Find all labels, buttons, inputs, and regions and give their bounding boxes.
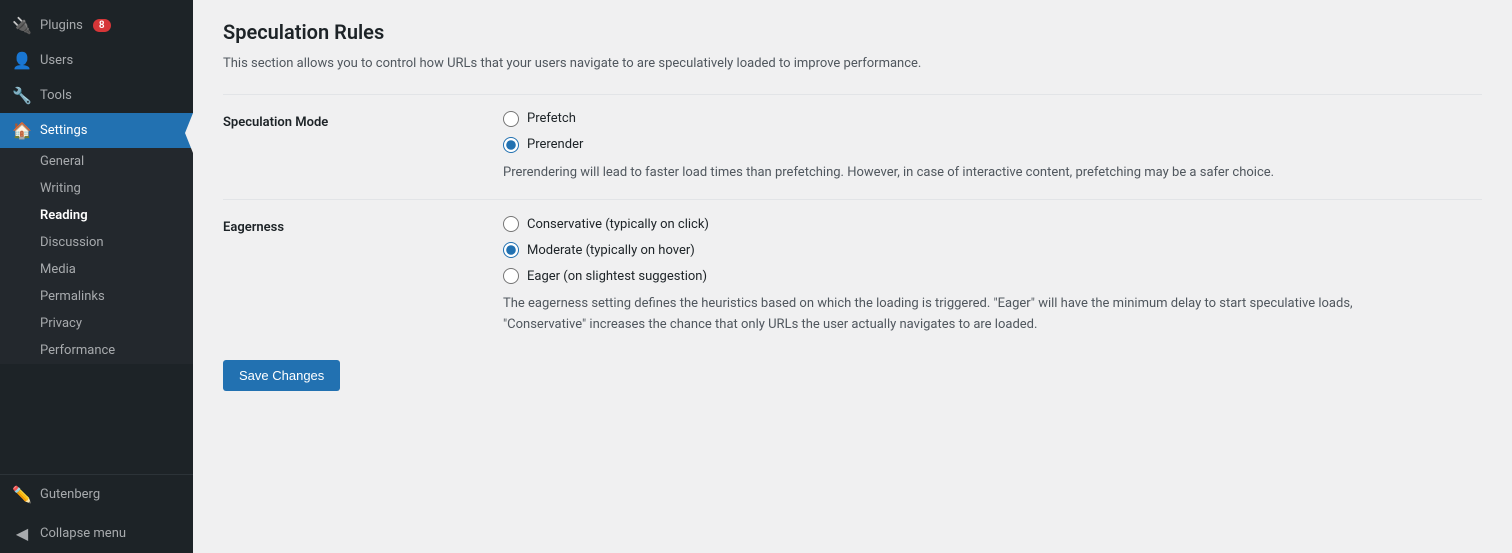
sidebar-item-settings[interactable]: 🏠 Settings [0, 113, 193, 148]
moderate-radio[interactable] [503, 242, 519, 258]
sidebar-item-performance[interactable]: Performance [0, 337, 193, 364]
sidebar-item-privacy[interactable]: Privacy [0, 310, 193, 337]
prerender-label: Prerender [527, 137, 583, 152]
section-description: This section allows you to control how U… [223, 54, 1482, 74]
sidebar-item-writing[interactable]: Writing [0, 175, 193, 202]
prefetch-radio[interactable] [503, 111, 519, 127]
conservative-label: Conservative (typically on click) [527, 217, 709, 232]
eager-radio[interactable] [503, 268, 519, 284]
plugins-icon: 🔌 [12, 16, 32, 35]
sidebar-item-media[interactable]: Media [0, 256, 193, 283]
settings-submenu: General Writing Reading Discussion Media… [0, 148, 193, 364]
prerender-option[interactable]: Prerender [503, 137, 1482, 153]
speculation-mode-row: Speculation Mode Prefetch Prerender Prer… [223, 94, 1482, 200]
speculation-mode-hint: Prerendering will lead to faster load ti… [503, 163, 1403, 184]
sidebar-top-menu: 🔌 Plugins 8 👤 Users 🔧 Tools 🏠 Settings G… [0, 0, 193, 364]
conservative-radio[interactable] [503, 216, 519, 232]
main-content: Speculation Rules This section allows yo… [193, 0, 1512, 553]
eagerness-hint: The eagerness setting defines the heuris… [503, 294, 1403, 336]
plugins-badge: 8 [93, 19, 111, 32]
conservative-option[interactable]: Conservative (typically on click) [503, 216, 1482, 232]
speculation-mode-label: Speculation Mode [223, 111, 503, 130]
sidebar-tools-label: Tools [40, 88, 72, 103]
sidebar-bottom: ✏️ Gutenberg ◀ Collapse menu [0, 474, 193, 553]
sidebar-item-general[interactable]: General [0, 148, 193, 175]
sidebar-item-plugins[interactable]: 🔌 Plugins 8 [0, 8, 193, 43]
sidebar-item-collapse[interactable]: ◀ Collapse menu [0, 514, 193, 553]
sidebar-item-discussion[interactable]: Discussion [0, 229, 193, 256]
sidebar-users-label: Users [40, 53, 73, 68]
users-icon: 👤 [12, 51, 32, 70]
prerender-radio[interactable] [503, 137, 519, 153]
eager-option[interactable]: Eager (on slightest suggestion) [503, 268, 1482, 284]
sidebar-item-gutenberg[interactable]: ✏️ Gutenberg [0, 475, 193, 514]
prefetch-label: Prefetch [527, 111, 576, 126]
tools-icon: 🔧 [12, 86, 32, 105]
collapse-icon: ◀ [12, 524, 32, 543]
sidebar-settings-label: Settings [40, 123, 87, 138]
sidebar-item-users[interactable]: 👤 Users [0, 43, 193, 78]
sidebar-item-reading[interactable]: Reading [0, 202, 193, 229]
moderate-label: Moderate (typically on hover) [527, 243, 695, 258]
section-title: Speculation Rules [223, 20, 1482, 44]
eagerness-row: Eagerness Conservative (typically on cli… [223, 199, 1482, 352]
eager-label: Eager (on slightest suggestion) [527, 269, 707, 284]
sidebar-item-tools[interactable]: 🔧 Tools [0, 78, 193, 113]
sidebar-gutenberg-label: Gutenberg [40, 487, 100, 502]
settings-icon: 🏠 [12, 121, 32, 140]
moderate-option[interactable]: Moderate (typically on hover) [503, 242, 1482, 258]
eagerness-control: Conservative (typically on click) Modera… [503, 216, 1482, 336]
sidebar-collapse-label: Collapse menu [40, 526, 126, 541]
gutenberg-icon: ✏️ [12, 485, 32, 504]
sidebar-plugins-label: Plugins [40, 18, 83, 33]
speculation-mode-control: Prefetch Prerender Prerendering will lea… [503, 111, 1482, 184]
save-changes-button[interactable]: Save Changes [223, 360, 340, 391]
sidebar: 🔌 Plugins 8 👤 Users 🔧 Tools 🏠 Settings G… [0, 0, 193, 553]
prefetch-option[interactable]: Prefetch [503, 111, 1482, 127]
sidebar-item-permalinks[interactable]: Permalinks [0, 283, 193, 310]
active-indicator [185, 113, 193, 153]
eagerness-label: Eagerness [223, 216, 503, 235]
